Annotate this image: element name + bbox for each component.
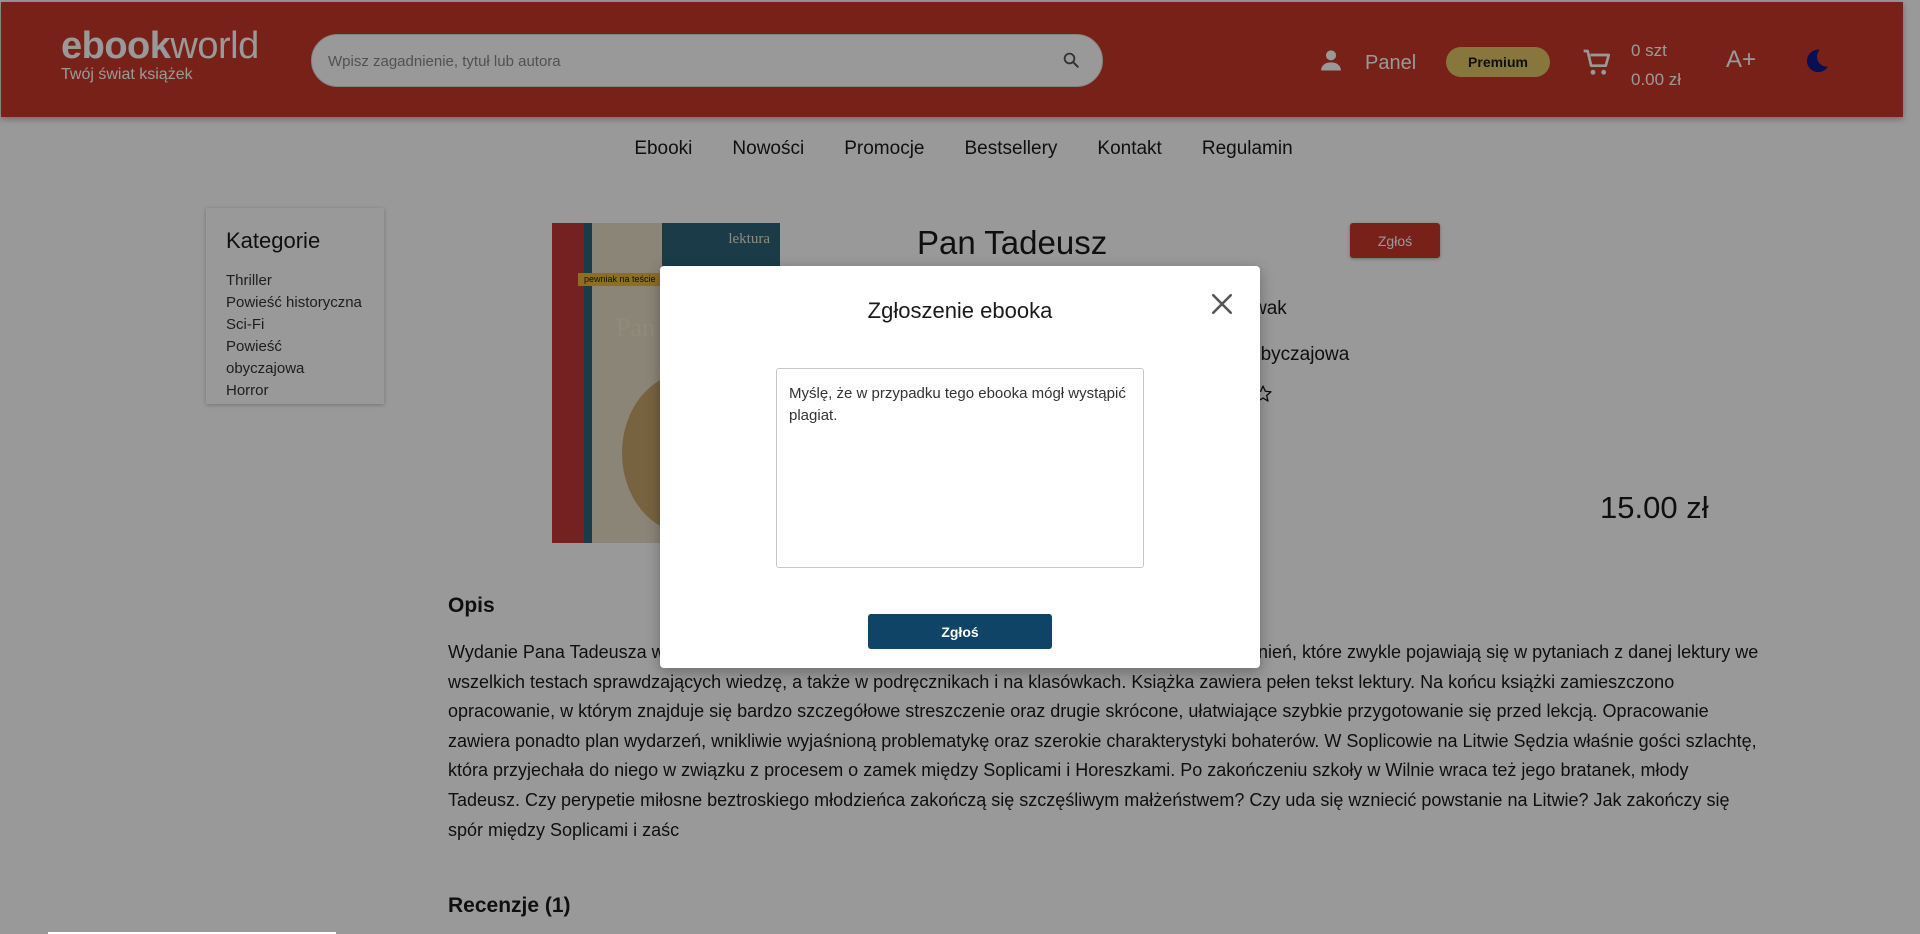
page: ebookworld Twój świat książek Panel Prem… xyxy=(0,0,1920,934)
submit-report-button[interactable]: Zgłoś xyxy=(868,614,1052,649)
report-modal: Zgłoszenie ebooka Myślę, że w przypadku … xyxy=(660,266,1260,668)
report-textarea[interactable]: Myślę, że w przypadku tego ebooka mógł w… xyxy=(776,368,1144,568)
modal-title: Zgłoszenie ebooka xyxy=(867,298,1053,323)
close-icon[interactable] xyxy=(1208,290,1236,323)
